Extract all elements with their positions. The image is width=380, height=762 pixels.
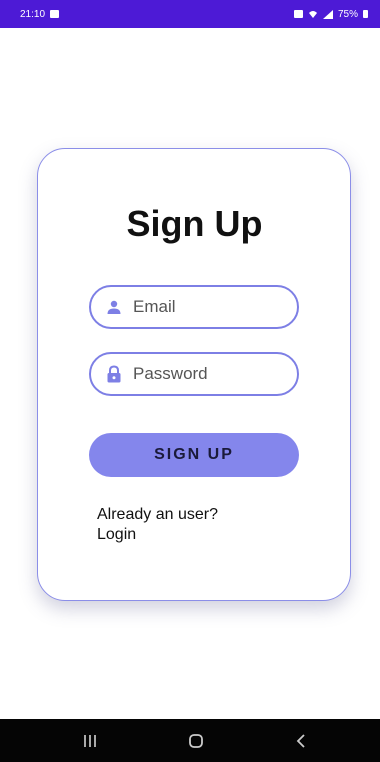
password-input[interactable] xyxy=(133,364,283,384)
email-field[interactable] xyxy=(89,285,299,329)
status-bar: 21:10 75% xyxy=(0,0,380,28)
status-right: 75% xyxy=(293,8,368,20)
person-icon xyxy=(105,298,123,316)
gallery-notification-icon xyxy=(50,10,60,18)
home-button[interactable] xyxy=(166,719,226,762)
status-time: 21:10 xyxy=(20,8,46,20)
battery-icon xyxy=(363,10,368,18)
signal-icon xyxy=(322,9,333,19)
home-icon xyxy=(189,733,203,748)
login-text[interactable]: Login xyxy=(97,525,277,545)
login-prompt: Already an user? xyxy=(97,506,218,523)
recent-apps-icon xyxy=(84,734,96,747)
battery-percent: 75% xyxy=(337,8,358,20)
email-input[interactable] xyxy=(133,297,283,317)
navigation-bar xyxy=(0,719,380,762)
login-link[interactable]: Already an user? Login xyxy=(97,505,277,545)
status-left: 21:10 xyxy=(20,8,60,20)
sign-up-button[interactable]: SIGN UP xyxy=(89,433,299,477)
wifi-icon xyxy=(308,10,317,18)
back-button[interactable] xyxy=(271,719,331,762)
lock-icon xyxy=(105,365,123,383)
page-title: Sign Up xyxy=(126,203,263,244)
password-field[interactable] xyxy=(89,352,299,396)
notification-icon xyxy=(293,10,303,18)
back-icon xyxy=(296,733,305,748)
recent-apps-button[interactable] xyxy=(60,719,120,762)
